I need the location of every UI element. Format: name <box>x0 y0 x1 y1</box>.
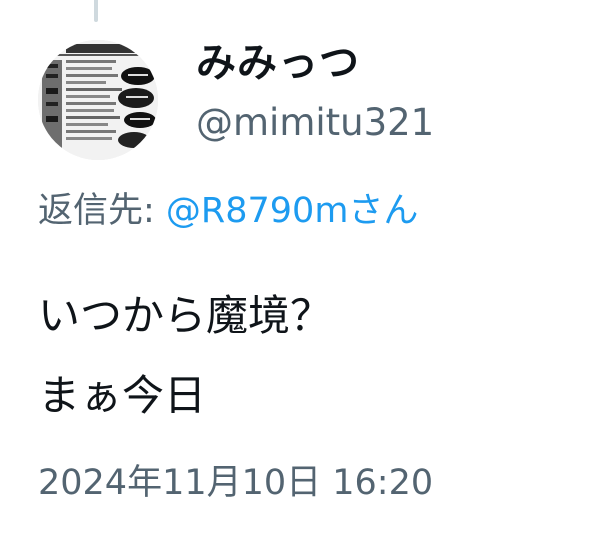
tweet-text-line: まぁ今日 <box>38 371 207 420</box>
tweet-text: いつから魔境？ まぁ今日 <box>38 276 332 436</box>
reply-to-mention-link[interactable]: @R8790mさん <box>166 191 419 231</box>
thread-connector-line <box>94 0 98 22</box>
tweet-timestamp[interactable]: 2024年11月10日 16:20 <box>38 466 433 501</box>
tweet-text-line: いつから魔境？ <box>38 291 333 340</box>
avatar[interactable] <box>38 40 158 160</box>
reply-to-line: 返信先: @R8790mさん <box>38 194 418 229</box>
author-display-name[interactable]: みみっつ <box>196 43 360 83</box>
reply-to-prefix: 返信先: <box>38 191 166 231</box>
author-handle[interactable]: @mimitu321 <box>196 104 434 141</box>
avatar-image-icon <box>38 40 158 160</box>
